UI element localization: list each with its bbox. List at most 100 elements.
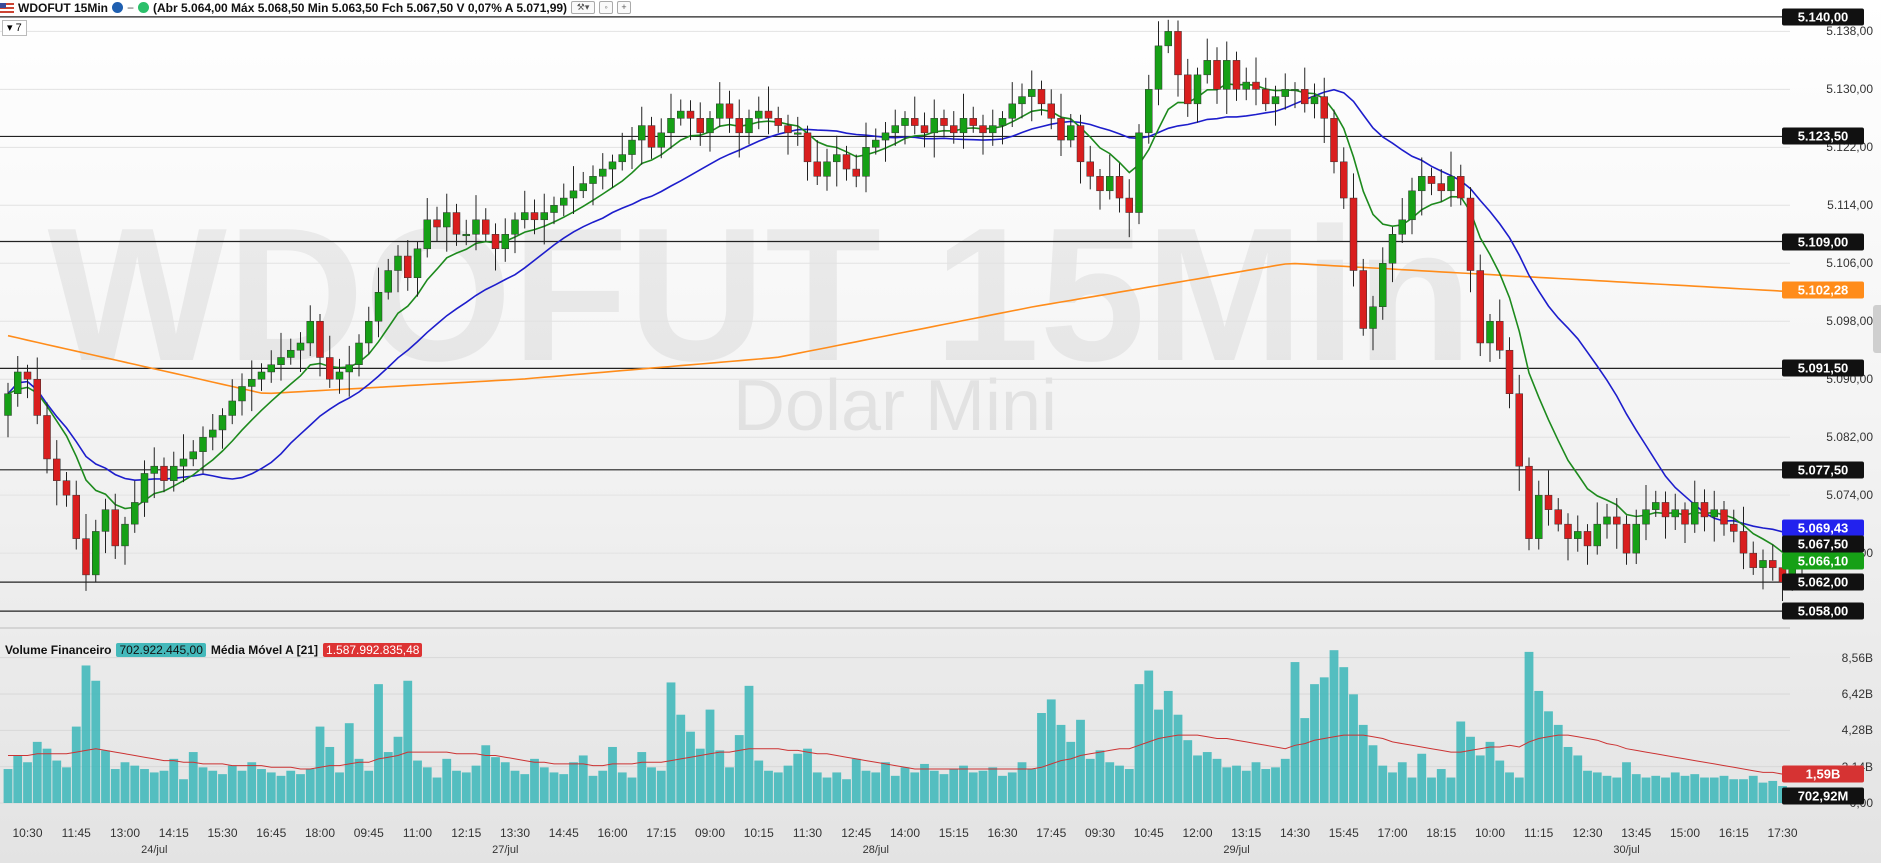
volume-bar — [1134, 684, 1144, 803]
price-axis-scroll-handle[interactable] — [1873, 305, 1881, 353]
price-tick-label: 5.106,00 — [1826, 256, 1873, 271]
candle-body — [599, 168, 607, 177]
tools-dropdown-icon[interactable]: ⚒▾ — [571, 1, 596, 14]
volume-bar — [1446, 777, 1456, 803]
candle-body — [608, 161, 617, 170]
candle-body — [1710, 509, 1718, 518]
ohlc-readout: (Abr 5.064,00 Máx 5.068,50 Min 5.063,50 … — [153, 0, 568, 15]
candle-body — [1661, 502, 1670, 518]
ma-value-label-last: 5.067,50 — [1782, 535, 1864, 553]
candle-body — [1330, 118, 1338, 163]
volume-bar — [861, 770, 871, 803]
time-tick-label: 16:00 — [597, 826, 628, 840]
candle-body — [677, 110, 685, 119]
volume-bar — [617, 772, 627, 803]
time-tick-label: 10:15 — [743, 826, 774, 840]
candle-body — [716, 103, 724, 119]
volume-bar — [237, 770, 247, 803]
price-level-label: 5.077,50 — [1782, 461, 1864, 479]
candle-body — [1369, 306, 1377, 329]
volume-bar — [1095, 750, 1105, 803]
volume-bar — [1212, 758, 1222, 803]
volume-bar — [1144, 670, 1154, 803]
volume-bar — [1037, 713, 1046, 803]
candle-body — [1613, 516, 1621, 525]
volume-bar — [42, 748, 52, 803]
candle-body — [618, 154, 626, 163]
candle-body — [4, 393, 12, 416]
candle-body — [1466, 197, 1475, 271]
candle-body — [725, 103, 734, 119]
add-study-icon[interactable]: + — [617, 1, 632, 14]
volume-bar — [130, 765, 140, 803]
date-label: 24/jul — [141, 844, 168, 856]
candle-body — [647, 125, 656, 148]
candle-body — [1154, 45, 1163, 90]
period-selector[interactable]: ▾ 7 — [2, 20, 27, 36]
volume-bar — [1456, 721, 1466, 803]
volume-bar — [1729, 779, 1739, 803]
volume-bar — [569, 762, 578, 803]
volume-bar — [851, 758, 861, 803]
volume-bar — [656, 770, 666, 803]
price-level-label: 5.123,50 — [1782, 127, 1864, 145]
symbol-title: WDOFUT 15Min — [18, 0, 108, 15]
candle-body — [384, 270, 392, 293]
volume-bar — [510, 770, 520, 803]
volume-bar — [1670, 772, 1680, 803]
candle-body — [1232, 60, 1241, 90]
time-tick-label: 15:15 — [938, 826, 969, 840]
candle-body — [472, 219, 480, 235]
volume-bar — [1397, 762, 1407, 803]
volume-bar — [822, 777, 832, 803]
time-tick-label: 16:45 — [256, 826, 287, 840]
candle-body — [638, 125, 646, 141]
candle-body — [1525, 465, 1533, 539]
candle-body — [696, 118, 704, 134]
candle-body — [959, 118, 968, 134]
volume-bar — [812, 772, 822, 803]
price-level-label: 5.062,00 — [1782, 573, 1864, 591]
time-tick-label: 18:00 — [304, 826, 336, 840]
chart-stage[interactable]: WDOFUT 15Min − (Abr 5.064,00 Máx 5.068,5… — [0, 0, 1881, 863]
candle-body — [1349, 197, 1358, 271]
candle-body — [296, 342, 305, 351]
chart-canvas[interactable]: WDOFUT 15Min Dolar Mini — [0, 0, 1881, 863]
candle-body — [1340, 161, 1348, 199]
candle-body — [1583, 531, 1592, 547]
volume-bar — [1534, 690, 1544, 803]
chart-header: WDOFUT 15Min − (Abr 5.064,00 Máx 5.068,5… — [0, 0, 660, 15]
volume-bar — [315, 726, 325, 803]
volume-ma-badge: 1.587.992.835,48 — [323, 643, 423, 657]
candle-body — [326, 357, 334, 380]
candle-body — [101, 509, 110, 532]
volume-bar — [403, 680, 413, 803]
volume-bar — [393, 736, 403, 803]
candle-body — [1515, 393, 1523, 467]
time-tick-label: 17:30 — [1767, 826, 1798, 840]
volume-bar — [286, 770, 296, 803]
volume-bar — [803, 748, 812, 803]
date-label: 29/jul — [1223, 844, 1250, 856]
volume-bars — [3, 650, 1807, 803]
candle-body — [1262, 89, 1270, 105]
candle-body — [1730, 523, 1738, 532]
candle-body — [1739, 531, 1748, 554]
volume-bar — [881, 762, 890, 803]
volume-bar — [227, 765, 237, 803]
price-axis[interactable]: 5.138,00 5.130,00 5.122,00 5.114,00 5.106,00… — [1781, 0, 1881, 628]
time-tick-label: 10:00 — [1474, 826, 1506, 840]
volume-ma-label: Média Móvel A [21] — [210, 643, 319, 657]
volume-bar — [773, 772, 783, 803]
volume-bar — [1300, 718, 1310, 803]
candle-body — [306, 320, 314, 344]
volume-bar — [1407, 777, 1417, 803]
settings-icon[interactable]: ◦ — [599, 1, 614, 14]
volume-bar — [3, 769, 13, 803]
candle-body — [891, 125, 899, 134]
candle-body — [1057, 118, 1065, 141]
volume-bar — [1748, 775, 1758, 803]
candle-body — [1759, 560, 1767, 568]
info-icon[interactable] — [112, 2, 123, 13]
volume-axis[interactable]: 8,56B6,42B4,28B2,14B0,001,59B702,92M — [1781, 628, 1881, 818]
